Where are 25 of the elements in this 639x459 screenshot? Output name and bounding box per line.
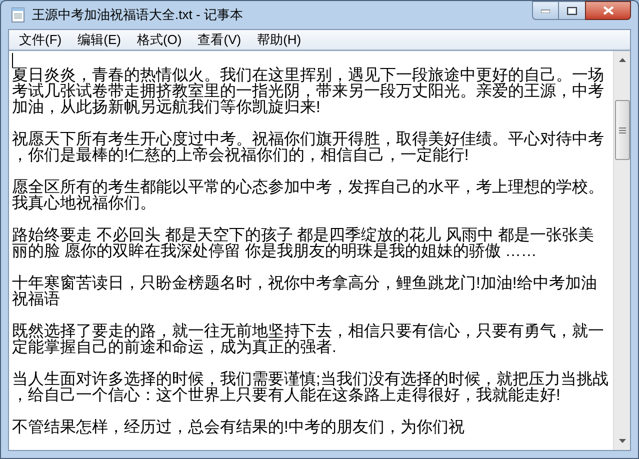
- menu-item[interactable]: 格式(O): [130, 30, 188, 48]
- paragraph: 不管结果怎样，经历过，总会有结果的!中考的朋友们，为你们祝: [12, 420, 464, 436]
- menu-item[interactable]: 文件(F): [13, 30, 68, 48]
- close-icon: [602, 6, 614, 15]
- vertical-scrollbar[interactable]: [613, 51, 630, 450]
- menu-item[interactable]: 编辑(E): [72, 30, 127, 48]
- menu-item[interactable]: 帮助(H): [251, 30, 308, 48]
- window-title: 王源中考加油祝福语大全.txt - 记事本: [32, 6, 243, 24]
- minimize-icon: [541, 8, 550, 12]
- paragraph: 路始终要走 不必回头 都是天空下的孩子 都是四季绽放的花儿 风雨中 都是一张张美 丽的脸 愿你的双眸在我深处停留 你是我朋友的明珠是我的姐妹的骄傲 ……: [12, 228, 594, 260]
- paragraph: 夏日炎炎，青春的热情似火。我们在这里挥别，遇见下一段旅途中更好的自己。一场 考试几张试卷带走拥挤教室里的一指光阴，带来另一段万丈阳光。亲爱的王源，中考 加油，从此扬新帆另远航我们等你凯旋归来!: [12, 68, 604, 116]
- scrollbar-thumb[interactable]: [614, 100, 630, 160]
- menu-item[interactable]: 查看(V): [192, 30, 248, 48]
- text-cursor: [12, 53, 13, 68]
- close-button[interactable]: [585, 1, 631, 20]
- paragraph: 祝愿天下所有考生开心度过中考。祝福你们旗开得胜，取得美好佳绩。平心对待中考 ，你们是最棒的!仁慈的上帝会祝福你们的，相信自己，一定能行!: [12, 132, 604, 164]
- grip-icon: [618, 126, 626, 134]
- minimize-button[interactable]: [532, 1, 559, 20]
- paragraph: 当人生面对许多选择的时候，我们需要谨慎;当我们没有选择的时候，就把压力当挑战 ，给自己一个信心：这个世界上只要有人能在这条路上走得很好，我就能走好!: [12, 372, 608, 404]
- maximize-icon: [567, 6, 577, 14]
- notepad-icon: [10, 7, 26, 23]
- paragraph: 愿全区所有的考生都能以平常的心态参加中考，发挥自己的水平，考上理想的学校。 我真心地祝福你们。: [12, 180, 604, 212]
- paragraph: 既然选择了要走的路，就一往无前地坚持下去，相信只要有信心，只要有勇气，就一 定能掌握自己的前途和命运，成为真正的强者.: [12, 324, 604, 356]
- maximize-button[interactable]: [559, 1, 585, 20]
- paragraph: 十年寒窗苦读日，只盼金榜题名时，祝你中考拿高分，鲤鱼跳龙门!加油!给中考加油 祝福语: [12, 276, 597, 308]
